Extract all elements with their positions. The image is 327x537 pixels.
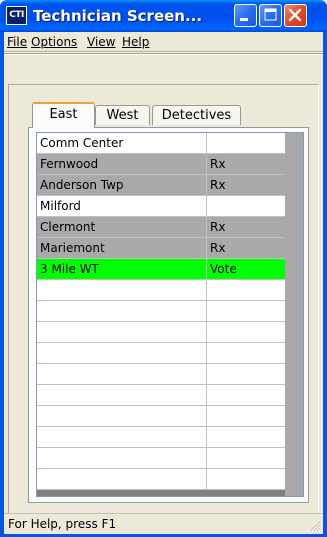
tab-panel-east: Comm Center Fernwood Rx Anderson Twp Rx Milfo… xyxy=(28,127,309,503)
site-status-cell xyxy=(207,469,285,489)
site-status-cell xyxy=(207,364,285,384)
table-row[interactable]: 3 Mile WT Vote xyxy=(37,259,285,280)
site-grid[interactable]: Comm Center Fernwood Rx Anderson Twp Rx Milfo… xyxy=(36,132,304,497)
table-row[interactable] xyxy=(37,385,285,406)
table-row[interactable]: Mariemont Rx xyxy=(37,238,285,259)
close-button[interactable] xyxy=(284,4,307,27)
table-row[interactable] xyxy=(37,448,285,469)
table-row[interactable]: Milford xyxy=(37,196,285,217)
site-name-cell xyxy=(37,469,207,489)
site-name-cell xyxy=(37,280,207,300)
tab-detectives-label: Detectives xyxy=(161,108,232,123)
app-window: CTI Technician Screen... File Options Vi… xyxy=(0,0,327,537)
client-area: File Options View Help East West Detecti… xyxy=(4,32,323,534)
site-name-cell xyxy=(37,322,207,342)
menu-file[interactable]: File xyxy=(7,34,27,50)
site-name-cell xyxy=(37,406,207,426)
menu-view-label: View xyxy=(87,35,116,49)
status-text: For Help, press F1 xyxy=(8,517,117,531)
tab-east-label: East xyxy=(49,107,78,122)
site-name-cell: Milford xyxy=(37,196,207,216)
site-status-cell: Rx xyxy=(210,157,226,171)
table-row[interactable]: Clermont Rx xyxy=(37,217,285,238)
table-row[interactable] xyxy=(37,343,285,364)
site-name-cell: Comm Center xyxy=(37,133,207,153)
table-row[interactable] xyxy=(37,427,285,448)
site-name-cell xyxy=(37,427,207,447)
site-name-cell xyxy=(37,343,207,363)
table-row[interactable] xyxy=(37,280,285,301)
table-row[interactable] xyxy=(37,364,285,385)
maximize-icon xyxy=(264,8,277,21)
site-status-cell: Vote xyxy=(210,262,237,276)
app-icon[interactable]: CTI xyxy=(6,6,27,25)
site-name-cell: 3 Mile WT xyxy=(37,259,207,279)
site-status-cell xyxy=(207,133,285,153)
resize-grip-icon[interactable] xyxy=(309,520,321,532)
table-row[interactable] xyxy=(37,301,285,322)
site-name-cell: Mariemont xyxy=(37,238,207,258)
close-icon xyxy=(288,8,302,22)
site-status-cell xyxy=(207,280,285,300)
site-status-cell xyxy=(207,343,285,363)
site-status-cell xyxy=(207,196,285,216)
table-row[interactable]: Fernwood Rx xyxy=(37,154,285,175)
site-status-cell xyxy=(207,385,285,405)
title-bar[interactable]: CTI Technician Screen... xyxy=(0,0,327,32)
grid-rows: Comm Center Fernwood Rx Anderson Twp Rx Milfo… xyxy=(37,133,285,490)
minimize-button[interactable] xyxy=(234,4,257,27)
tab-west[interactable]: West xyxy=(95,105,150,125)
tab-detectives[interactable]: Detectives xyxy=(152,105,241,125)
maximize-button[interactable] xyxy=(259,4,282,27)
site-status-cell: Rx xyxy=(210,220,226,234)
menu-help-label: Help xyxy=(122,35,150,49)
site-name-cell: Clermont xyxy=(37,217,207,237)
minimize-icon xyxy=(240,18,248,21)
site-name-cell: Anderson Twp xyxy=(37,175,207,195)
table-row[interactable]: Comm Center xyxy=(37,133,285,154)
table-row[interactable] xyxy=(37,322,285,343)
site-name-cell xyxy=(37,301,207,321)
table-row[interactable]: Anderson Twp Rx xyxy=(37,175,285,196)
menu-options[interactable]: Options xyxy=(31,34,77,50)
site-name-cell: Fernwood xyxy=(37,154,207,174)
grid-gutter xyxy=(285,133,303,496)
tab-east[interactable]: East xyxy=(32,102,95,128)
site-status-cell xyxy=(207,322,285,342)
site-name-cell xyxy=(37,364,207,384)
site-status-cell xyxy=(207,406,285,426)
table-row[interactable] xyxy=(37,406,285,427)
site-name-cell xyxy=(37,385,207,405)
site-name-cell xyxy=(37,448,207,468)
menu-options-label: Options xyxy=(31,35,78,49)
status-bar: For Help, press F1 xyxy=(4,513,323,534)
site-status-cell xyxy=(207,448,285,468)
tab-west-label: West xyxy=(106,108,139,123)
menu-bar: File Options View Help xyxy=(4,32,323,52)
menu-file-label: File xyxy=(7,35,28,49)
site-status-cell: Rx xyxy=(210,241,226,255)
menu-view[interactable]: View xyxy=(87,34,115,50)
toolbar-separator xyxy=(4,53,323,55)
window-title: Technician Screen... xyxy=(33,7,203,25)
site-status-cell: Rx xyxy=(210,178,226,192)
table-row[interactable] xyxy=(37,469,285,490)
site-status-cell xyxy=(207,427,285,447)
menu-help[interactable]: Help xyxy=(122,34,149,50)
site-status-cell xyxy=(207,301,285,321)
